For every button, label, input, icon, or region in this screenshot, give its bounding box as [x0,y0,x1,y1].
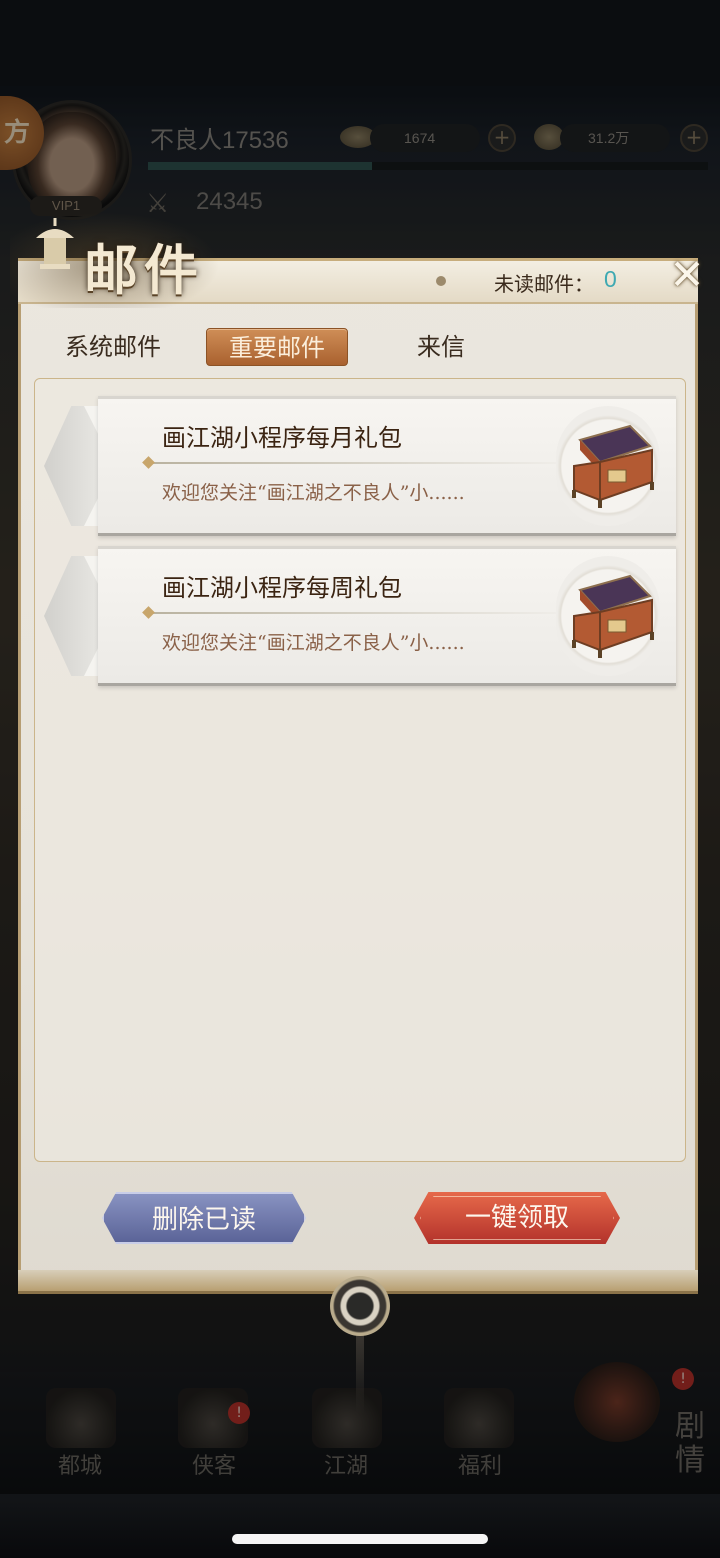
mail-title: 画江湖小程序每周礼包 [162,574,402,602]
mail-preview: 欢迎您关注“画江湖之不良人”小...... [162,632,465,654]
close-icon[interactable]: ✕ [669,250,704,299]
scroll-knob-icon [330,1276,390,1336]
delete-read-button[interactable]: 删除已读 [102,1192,306,1244]
unread-count: 0 [604,266,617,292]
claim-button-border [420,1196,614,1240]
tab-system-mail[interactable]: 系统邮件 [56,328,170,366]
close-button[interactable]: ✕ [664,252,710,298]
unread-indicator-icon [436,276,446,286]
mail-divider [148,612,578,614]
unread-label: 未读邮件： [494,272,594,296]
tab-important-mail[interactable]: 重要邮件 [206,328,348,366]
mail-item[interactable]: 画江湖小程序每月礼包 欢迎您关注“画江湖之不良人”小...... [44,396,676,536]
pavilion-lantern-icon [36,218,74,269]
treasure-chest-icon [572,574,654,658]
treasure-chest-icon [572,424,654,508]
dialog-title: 邮件 [84,238,204,302]
scroll-rope [356,1334,364,1414]
home-indicator[interactable] [232,1534,488,1544]
status-area [0,0,720,86]
mail-title: 画江湖小程序每月礼包 [162,424,402,452]
mail-item[interactable]: 画江湖小程序每周礼包 欢迎您关注“画江湖之不良人”小...... [44,546,676,686]
mail-preview: 欢迎您关注“画江湖之不良人”小...... [162,482,465,504]
tab-letters[interactable]: 来信 [408,328,474,366]
mail-divider [148,462,578,464]
